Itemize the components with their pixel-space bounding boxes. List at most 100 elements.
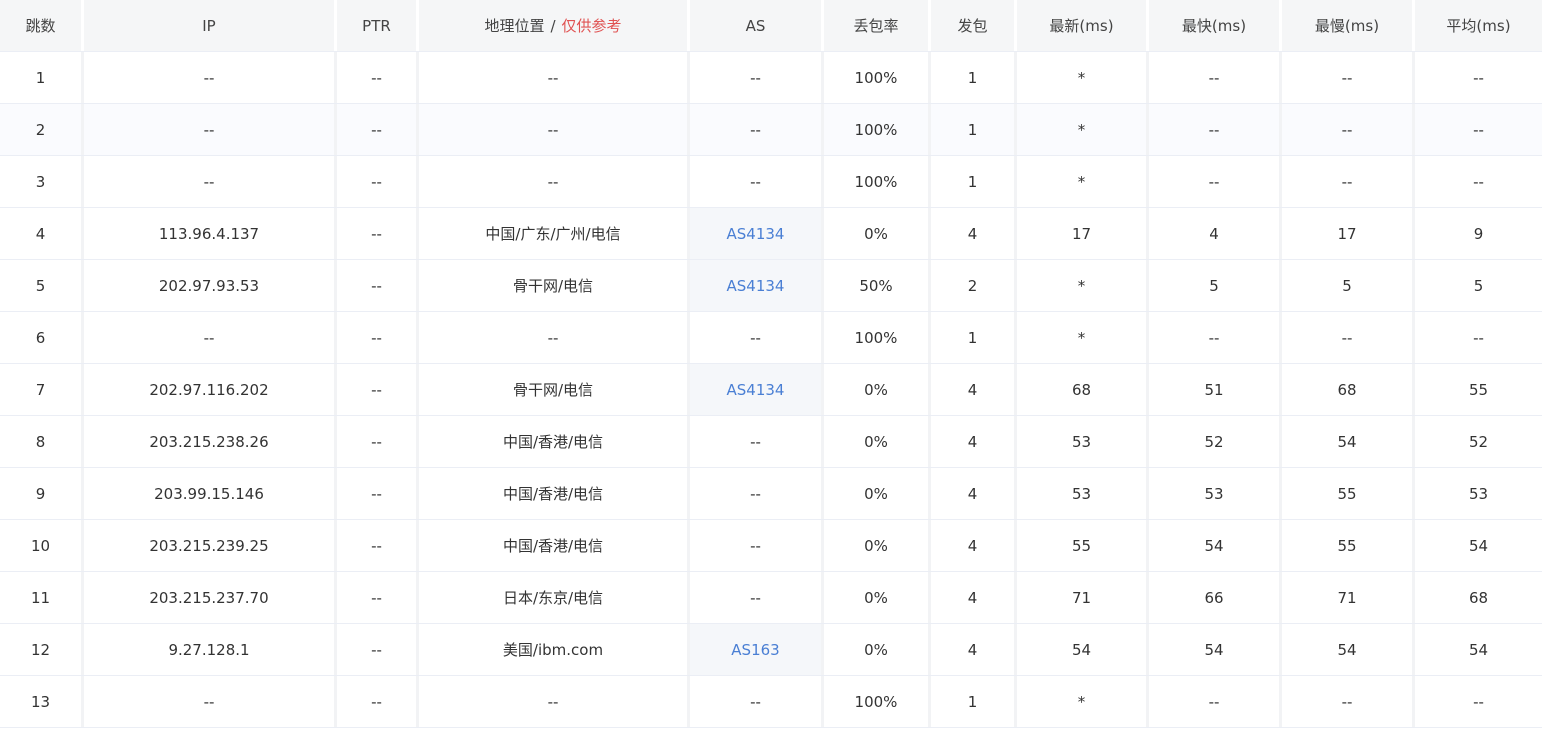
hop-cell: 13 bbox=[30, 692, 51, 711]
avg-cell: -- bbox=[1412, 676, 1542, 727]
sent-cell: 1 bbox=[928, 104, 1014, 155]
avg-cell: 68 bbox=[1412, 572, 1542, 623]
sent-cell: 4 bbox=[928, 520, 1014, 571]
worst-cell: 5 bbox=[1279, 260, 1412, 311]
best-cell: 5 bbox=[1146, 260, 1279, 311]
worst-cell: 55 bbox=[1279, 468, 1412, 519]
worst-cell: -- bbox=[1279, 312, 1412, 363]
table-row: 7 202.97.116.202 -- 骨干网/电信 AS4134 0% 4 68 51 68 55 bbox=[0, 364, 1542, 416]
geo-cell: 日本/东京/电信 bbox=[416, 572, 687, 623]
loss-cell: 0% bbox=[821, 416, 928, 467]
as-link[interactable]: AS4134 bbox=[727, 381, 785, 399]
geo-header-label: 地理位置 bbox=[484, 17, 545, 35]
hop-cell: 7 bbox=[35, 380, 46, 399]
column-header-ip: IP bbox=[81, 0, 334, 51]
best-cell: 52 bbox=[1146, 416, 1279, 467]
geo-cell: 中国/香港/电信 bbox=[416, 416, 687, 467]
ip-cell: -- bbox=[81, 104, 334, 155]
as-link[interactable]: AS163 bbox=[731, 641, 779, 659]
column-header-avg: 平均(ms) bbox=[1412, 0, 1542, 51]
hop-cell: 6 bbox=[35, 328, 46, 347]
hop-cell: 5 bbox=[35, 276, 46, 295]
as-link[interactable]: AS4134 bbox=[727, 277, 785, 295]
sent-cell: 4 bbox=[928, 416, 1014, 467]
geo-cell: 中国/香港/电信 bbox=[416, 468, 687, 519]
best-cell: 66 bbox=[1146, 572, 1279, 623]
table-header: 跳数 IP PTR 地理位置 / 仅供参考 AS 丢包率 发包 最新(ms) 最… bbox=[0, 0, 1542, 52]
sent-cell: 1 bbox=[928, 52, 1014, 103]
ip-cell: -- bbox=[81, 676, 334, 727]
as-link[interactable]: AS4134 bbox=[727, 225, 785, 243]
ip-cell: 203.215.237.70 bbox=[81, 572, 334, 623]
avg-cell: 55 bbox=[1412, 364, 1542, 415]
best-cell: -- bbox=[1146, 312, 1279, 363]
ptr-cell: -- bbox=[334, 676, 416, 727]
sent-cell: 1 bbox=[928, 676, 1014, 727]
column-header-best: 最快(ms) bbox=[1146, 0, 1279, 51]
worst-cell: -- bbox=[1279, 104, 1412, 155]
worst-cell: 54 bbox=[1279, 624, 1412, 675]
ip-cell: 9.27.128.1 bbox=[81, 624, 334, 675]
geo-cell: -- bbox=[416, 312, 687, 363]
avg-cell: -- bbox=[1412, 156, 1542, 207]
ptr-cell: -- bbox=[334, 208, 416, 259]
ip-cell: 203.215.239.25 bbox=[81, 520, 334, 571]
loss-cell: 0% bbox=[821, 624, 928, 675]
worst-cell: -- bbox=[1279, 52, 1412, 103]
sent-cell: 4 bbox=[928, 572, 1014, 623]
as-cell: AS163 bbox=[687, 624, 821, 675]
ip-cell: -- bbox=[81, 52, 334, 103]
ptr-cell: -- bbox=[334, 260, 416, 311]
last-cell: 54 bbox=[1014, 624, 1146, 675]
hop-cell: 9 bbox=[35, 484, 46, 503]
as-cell: -- bbox=[687, 104, 821, 155]
column-header-geo: 地理位置 / 仅供参考 bbox=[416, 0, 687, 51]
as-cell: -- bbox=[687, 52, 821, 103]
worst-cell: 71 bbox=[1279, 572, 1412, 623]
as-cell: -- bbox=[687, 416, 821, 467]
last-cell: 68 bbox=[1014, 364, 1146, 415]
sent-cell: 1 bbox=[928, 312, 1014, 363]
as-cell: AS4134 bbox=[687, 208, 821, 259]
sent-cell: 4 bbox=[928, 624, 1014, 675]
loss-cell: 50% bbox=[821, 260, 928, 311]
best-cell: 53 bbox=[1146, 468, 1279, 519]
last-cell: 53 bbox=[1014, 468, 1146, 519]
column-header-as: AS bbox=[687, 0, 821, 51]
as-cell: AS4134 bbox=[687, 364, 821, 415]
last-cell: 71 bbox=[1014, 572, 1146, 623]
ptr-cell: -- bbox=[334, 520, 416, 571]
sent-cell: 2 bbox=[928, 260, 1014, 311]
geo-cell: 骨干网/电信 bbox=[416, 260, 687, 311]
geo-cell: -- bbox=[416, 156, 687, 207]
last-cell: 55 bbox=[1014, 520, 1146, 571]
as-cell: -- bbox=[687, 156, 821, 207]
hop-cell: 11 bbox=[30, 588, 51, 607]
table-row: 11 203.215.237.70 -- 日本/东京/电信 -- 0% 4 71 66 71 68 bbox=[0, 572, 1542, 624]
ip-cell: 113.96.4.137 bbox=[81, 208, 334, 259]
loss-cell: 0% bbox=[821, 520, 928, 571]
loss-cell: 0% bbox=[821, 468, 928, 519]
table-row: 13 -- -- -- -- 100% 1 * -- -- -- bbox=[0, 676, 1542, 728]
last-cell: * bbox=[1014, 104, 1146, 155]
sent-cell: 4 bbox=[928, 364, 1014, 415]
table-row: 4 113.96.4.137 -- 中国/广东/广州/电信 AS4134 0% 4 17 4 17… bbox=[0, 208, 1542, 260]
best-cell: 4 bbox=[1146, 208, 1279, 259]
geo-cell: -- bbox=[416, 104, 687, 155]
ptr-cell: -- bbox=[334, 364, 416, 415]
last-cell: * bbox=[1014, 156, 1146, 207]
geo-cell: -- bbox=[416, 52, 687, 103]
avg-cell: 54 bbox=[1412, 624, 1542, 675]
sent-cell: 4 bbox=[928, 468, 1014, 519]
hop-cell: 3 bbox=[35, 172, 46, 191]
avg-cell: 5 bbox=[1412, 260, 1542, 311]
best-cell: -- bbox=[1146, 676, 1279, 727]
column-header-worst: 最慢(ms) bbox=[1279, 0, 1412, 51]
geo-cell: -- bbox=[416, 676, 687, 727]
ip-cell: 203.99.15.146 bbox=[81, 468, 334, 519]
ptr-cell: -- bbox=[334, 416, 416, 467]
as-cell: -- bbox=[687, 312, 821, 363]
ptr-cell: -- bbox=[334, 468, 416, 519]
worst-cell: 54 bbox=[1279, 416, 1412, 467]
worst-cell: -- bbox=[1279, 156, 1412, 207]
